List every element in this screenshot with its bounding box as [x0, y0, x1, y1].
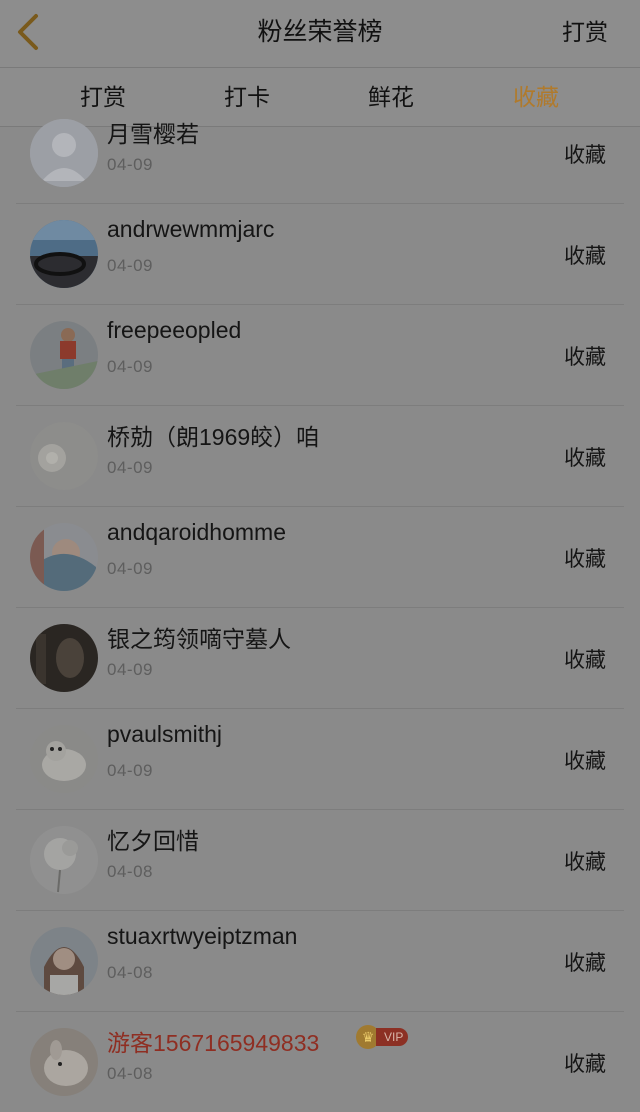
fan-date: 04-09: [107, 761, 153, 780]
avatar: [30, 523, 98, 591]
fan-date: 04-08: [107, 862, 153, 881]
avatar: [30, 422, 98, 490]
fan-name: freepeeopled: [107, 317, 242, 343]
fan-name: pvaulsmithj: [107, 721, 223, 747]
list-item[interactable]: 游客1567165949833 ♛ VIP 04-08 收藏: [16, 1012, 624, 1112]
fan-name: 忆夕回惜: [107, 828, 199, 854]
fan-action-label: 收藏: [564, 750, 606, 773]
fan-action-label: 收藏: [564, 1053, 606, 1076]
fan-date: 04-09: [107, 660, 153, 679]
fan-date: 04-09: [107, 155, 153, 174]
avatar: [30, 321, 98, 389]
list-item[interactable]: 月雪樱若 04-09 收藏: [16, 103, 624, 204]
list-item[interactable]: stuaxrtwyeiptzman 04-08 收藏: [16, 911, 624, 1012]
list-item[interactable]: andrwewmmjarc 04-09 收藏: [16, 204, 624, 305]
fan-action-label: 收藏: [564, 346, 606, 369]
fan-date: 04-08: [107, 963, 153, 982]
list-item[interactable]: 忆夕回惜 04-08 收藏: [16, 810, 624, 911]
page-title: 粉丝荣誉榜: [257, 18, 383, 46]
avatar: [30, 826, 98, 894]
fan-date: 04-09: [107, 357, 153, 376]
fan-action-label: 收藏: [564, 952, 606, 975]
fan-name: 月雪樱若: [107, 121, 199, 147]
fan-name: 桥勀（朗1969皎）咱: [107, 424, 320, 450]
fan-date: 04-09: [107, 256, 153, 275]
fan-action-label: 收藏: [564, 548, 606, 571]
avatar: [30, 624, 98, 692]
fan-date: 04-09: [107, 458, 153, 477]
list-item[interactable]: andqaroidhomme 04-09 收藏: [16, 507, 624, 608]
avatar: [30, 927, 98, 995]
list-item[interactable]: 银之筠领嘀守墓人 04-09 收藏: [16, 608, 624, 709]
fan-date: 04-09: [107, 559, 153, 578]
top-nav-bar: 粉丝荣誉榜 打赏: [0, 0, 640, 68]
fan-action-label: 收藏: [564, 144, 606, 167]
fan-name: andrwewmmjarc: [107, 216, 275, 242]
vip-label: VIP: [376, 1028, 409, 1046]
fan-name: andqaroidhomme: [107, 519, 287, 545]
list-item[interactable]: 桥勀（朗1969皎）咱 04-09 收藏: [16, 406, 624, 507]
avatar: [30, 1028, 98, 1096]
fan-name: 银之筠领嘀守墓人: [107, 626, 291, 652]
fan-name: stuaxrtwyeiptzman: [107, 923, 298, 949]
list-item[interactable]: freepeeopled 04-09 收藏: [16, 305, 624, 406]
avatar: [30, 220, 98, 288]
fan-action-label: 收藏: [564, 245, 606, 268]
fan-date: 04-08: [107, 1064, 153, 1083]
fan-action-label: 收藏: [564, 447, 606, 470]
fan-action-label: 收藏: [564, 649, 606, 672]
avatar: [30, 119, 98, 187]
fan-name: 游客1567165949833: [107, 1030, 320, 1056]
fan-action-label: 收藏: [564, 851, 606, 874]
avatar: [30, 725, 98, 793]
vip-badge: ♛ VIP: [356, 1025, 409, 1049]
list-item[interactable]: pvaulsmithj 04-09 收藏: [16, 709, 624, 810]
reward-button[interactable]: 打赏: [562, 0, 608, 64]
